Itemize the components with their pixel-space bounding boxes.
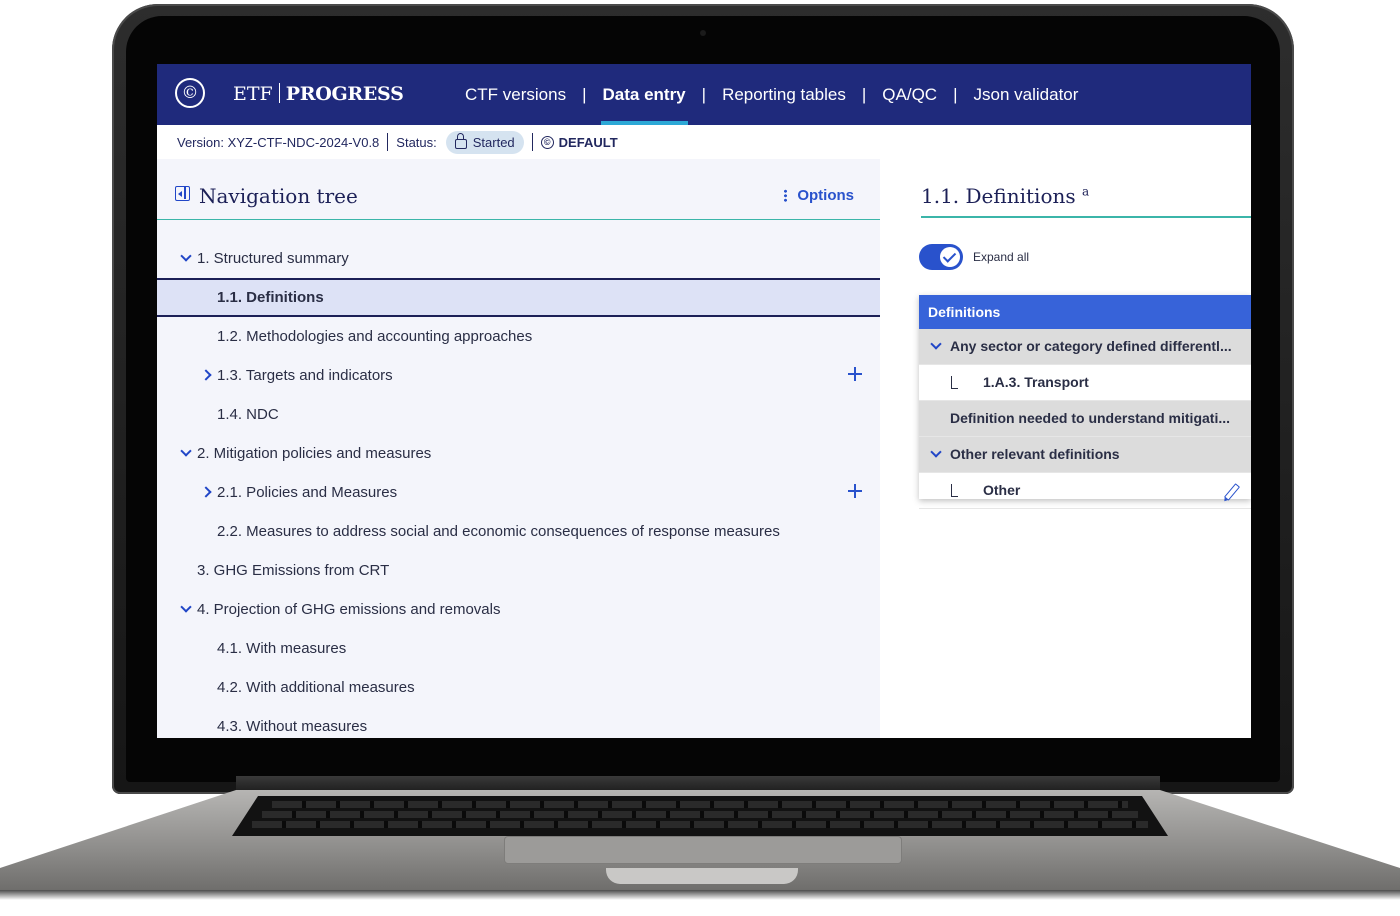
nav-separator: |: [701, 84, 707, 104]
unlock-icon: [454, 133, 467, 149]
tree-item[interactable]: 4.2. With additional measures: [157, 668, 880, 707]
definitions-table: Definitions Any sector or category defin…: [919, 295, 1251, 509]
tree-item-label: 1.4. NDC: [217, 406, 279, 423]
chevron-down-icon[interactable]: [179, 601, 193, 616]
chevron-right-icon[interactable]: [199, 485, 213, 499]
brand-etf: ETF: [233, 83, 273, 105]
tree-item-label: 4.3. Without measures: [217, 718, 368, 735]
tree-item-label: 1.3. Targets and indicators: [217, 367, 393, 384]
keyboard: [232, 796, 1168, 836]
tree-item[interactable]: 4. Projection of GHG emissions and remov…: [157, 590, 880, 629]
nav-data-entry[interactable]: Data entry: [591, 64, 698, 125]
add-icon[interactable]: [848, 484, 862, 498]
nav-ctf-versions[interactable]: CTF versions: [453, 64, 578, 125]
tree-item-label: 2.2. Measures to address social and econ…: [217, 523, 780, 540]
version-label: Version: XYZ-CTF-NDC-2024-V0.8: [177, 134, 380, 150]
edit-pencil-icon[interactable]: [1223, 483, 1241, 501]
tree-item-label: 4.1. With measures: [217, 640, 347, 657]
nav-reporting-tables[interactable]: Reporting tables: [710, 64, 858, 125]
chevron-down-icon[interactable]: [929, 338, 943, 353]
section-title: 1.1. Definitions a: [921, 184, 1089, 208]
options-label: Options: [797, 187, 854, 204]
tree-item[interactable]: 2. Mitigation policies and measures: [157, 434, 880, 473]
definition-label: Definition needed to understand mitigati…: [950, 410, 1231, 426]
expand-all-label: Expand all: [973, 250, 1030, 264]
brand-progress: PROGRESS: [285, 83, 404, 105]
tree-item-label: 2.1. Policies and Measures: [217, 484, 398, 501]
lid-notch: [606, 868, 798, 884]
nav-separator: |: [861, 84, 867, 104]
tree-item-label: 3. GHG Emissions from CRT: [197, 562, 390, 579]
tree-item[interactable]: 1.4. NDC: [157, 395, 880, 434]
nav-qa-qc[interactable]: QA/QC: [870, 64, 949, 125]
definition-label: Other: [983, 482, 1021, 498]
definitions-table-header: Definitions: [919, 295, 1251, 329]
tree-item-label: 1. Structured summary: [197, 250, 349, 267]
tree-item-label: 4.2. With additional measures: [217, 679, 415, 696]
tree-branch-icon: [951, 484, 958, 497]
nav-separator: |: [953, 84, 958, 104]
definition-row[interactable]: Other: [919, 473, 1251, 509]
status-value: Started: [472, 134, 515, 150]
tree-item[interactable]: 1.2. Methodologies and accounting approa…: [157, 317, 880, 356]
nav-json-validator[interactable]: Json validator: [962, 64, 1091, 125]
chevron-right-icon[interactable]: [199, 368, 213, 382]
laptop-shadow: [0, 890, 1400, 900]
tree-item[interactable]: 2.2. Measures to address social and econ…: [157, 512, 880, 551]
expand-all-toggle[interactable]: [919, 244, 963, 270]
section-title-text: 1.1. Definitions: [921, 184, 1076, 208]
tree-item-label: 2. Mitigation policies and measures: [197, 445, 432, 462]
definitions-rows: Any sector or category defined different…: [919, 329, 1251, 509]
tree-item[interactable]: 2.1. Policies and Measures: [157, 473, 880, 512]
app-screen: © ETF PROGRESS CTF versions | Data entry …: [157, 64, 1251, 738]
nav-separator: |: [582, 84, 587, 104]
check-icon: [940, 247, 960, 267]
tree-item-label: 4. Projection of GHG emissions and remov…: [197, 601, 501, 618]
tree-branch-icon: [951, 376, 958, 389]
tree-item[interactable]: 1.1. Definitions: [157, 278, 880, 317]
brand[interactable]: ETF PROGRESS: [233, 83, 404, 105]
trackpad: [504, 836, 902, 864]
definition-label: 1.A.3. Transport: [983, 374, 1089, 390]
section-footnote: a: [1082, 184, 1090, 199]
chevron-down-icon[interactable]: [179, 445, 193, 460]
tree-item-label: 1.2. Methodologies and accounting approa…: [217, 328, 533, 345]
definition-label: Other relevant definitions: [950, 446, 1120, 462]
definition-row[interactable]: 1.A.3. Transport: [919, 365, 1251, 401]
status-bar: Version: XYZ-CTF-NDC-2024-V0.8 Status: S…: [157, 125, 1251, 159]
status-badge[interactable]: Started: [445, 130, 524, 154]
tree-item[interactable]: 3. GHG Emissions from CRT: [157, 551, 880, 590]
kebab-menu-icon: [784, 189, 788, 202]
chevron-down-icon[interactable]: [179, 250, 193, 265]
default-label: DEFAULT: [558, 134, 618, 150]
chevron-down-icon[interactable]: [929, 446, 943, 461]
definition-group-row[interactable]: Other relevant definitions: [919, 437, 1251, 473]
panel-title: Navigation tree: [199, 184, 358, 208]
section-divider: [921, 216, 1251, 218]
tree-item[interactable]: 4.1. With measures: [157, 629, 880, 668]
webcam: [700, 30, 706, 36]
add-icon[interactable]: [848, 367, 862, 381]
status-label: Status:: [396, 134, 437, 150]
main-nav: CTF versions | Data entry | Reporting ta…: [453, 64, 1090, 125]
tree-item[interactable]: 4.3. Without measures: [157, 707, 880, 738]
navigation-tree-header: Navigation tree Options: [157, 159, 880, 220]
options-button[interactable]: Options: [784, 187, 854, 204]
definition-group-row[interactable]: Definition needed to understand mitigati…: [919, 401, 1251, 437]
tree-item-label: 1.1. Definitions: [217, 289, 324, 306]
definition-group-row[interactable]: Any sector or category defined different…: [919, 329, 1251, 365]
default-profile[interactable]: © DEFAULT: [540, 134, 618, 150]
navigation-tree: 1. Structured summary 1.1. Definitions 1.2…: [157, 239, 880, 738]
tree-item[interactable]: 1.3. Targets and indicators: [157, 356, 880, 395]
navigation-tree-panel: Navigation tree Options 1. Structured su…: [157, 159, 880, 738]
tree-item[interactable]: 1. Structured summary: [157, 239, 880, 278]
collapse-panel-icon[interactable]: [175, 186, 190, 201]
top-navbar: © ETF PROGRESS CTF versions | Data entry …: [157, 64, 1251, 125]
copyright-icon: ©: [540, 135, 554, 149]
unfccc-logo-icon[interactable]: ©: [175, 78, 205, 108]
definition-label: Any sector or category defined different…: [950, 338, 1232, 354]
